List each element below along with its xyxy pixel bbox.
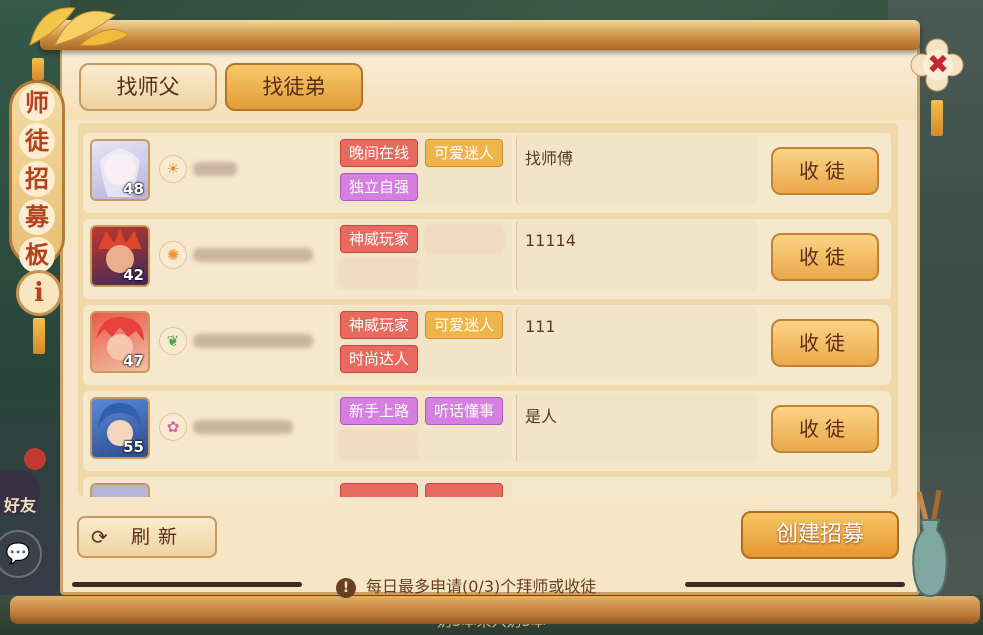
tag-group: 晚间在线 可爱迷人 独立自强 — [334, 135, 512, 205]
title-char: 招 — [19, 161, 55, 197]
tag-group: 新手上路 听话懂事 — [334, 393, 512, 463]
list-item: 55 ✿ 新手上路 听话懂事 是人 收徒 — [83, 391, 891, 471]
tag: 晚间在线 — [340, 139, 418, 167]
tag — [340, 483, 418, 497]
tab-find-apprentice[interactable]: 找徒弟 — [225, 63, 363, 111]
message-text: 是人 — [525, 407, 558, 426]
tag: 可爱迷人 — [425, 311, 503, 339]
title-char: 募 — [19, 199, 55, 235]
tag-group: 神威玩家 — [334, 221, 512, 291]
vase-icon — [912, 490, 948, 598]
divider — [72, 582, 302, 587]
list-item: 48 ☀ 晚间在线 可爱迷人 独立自强 找师傅 收徒 — [83, 133, 891, 213]
avatar[interactable]: 47 — [90, 311, 150, 373]
accept-apprentice-button[interactable]: 收徒 — [771, 233, 879, 281]
tag-placeholder — [425, 225, 503, 253]
apprentice-list[interactable]: 48 ☀ 晚间在线 可爱迷人 独立自强 找师傅 收徒 42 ✺ 神威玩家 111… — [78, 123, 898, 497]
divider — [685, 582, 905, 587]
list-item-partial — [83, 477, 891, 497]
avatar[interactable] — [90, 483, 150, 497]
leaf-icon: ❦ — [159, 327, 187, 355]
tag: 新手上路 — [340, 397, 418, 425]
level-label: 48 — [123, 180, 144, 198]
accept-apprentice-button[interactable]: 收徒 — [771, 319, 879, 367]
tab-find-master[interactable]: 找师父 — [79, 63, 217, 111]
tag-placeholder — [340, 431, 418, 459]
tag-placeholder — [340, 259, 418, 287]
player-name-blurred — [193, 420, 293, 434]
scroll-bottom-roller — [10, 596, 980, 624]
tassel-icon — [33, 318, 45, 354]
avatar[interactable]: 42 — [90, 225, 150, 287]
tag-group — [334, 479, 512, 497]
title-banner: 师 徒 招 募 板 — [9, 80, 65, 273]
warning-icon: ! — [336, 578, 356, 598]
tag: 可爱迷人 — [425, 139, 503, 167]
message-text: 11114 — [525, 231, 576, 250]
info-button[interactable]: i — [16, 270, 62, 316]
scroll-top-roller — [40, 20, 920, 50]
notice-text: 每日最多申请(0/3)个拜师或收徒 — [366, 577, 597, 596]
recruit-message: 是人 — [516, 393, 757, 463]
tassel-icon — [931, 100, 943, 136]
player-name-blurred — [193, 334, 313, 348]
sun-icon: ☀ — [159, 155, 187, 183]
friends-button[interactable]: 好友 — [0, 448, 46, 515]
tassel-icon — [32, 58, 44, 80]
refresh-icon: ⟳ — [91, 525, 108, 549]
daily-limit-notice: ! 每日最多申请(0/3)个拜师或收徒 — [336, 573, 596, 598]
tag: 独立自强 — [340, 173, 418, 201]
accept-apprentice-button[interactable]: 收徒 — [771, 405, 879, 453]
create-recruitment-button[interactable]: 创建招募 — [741, 511, 899, 559]
accept-apprentice-button[interactable]: 收徒 — [771, 147, 879, 195]
recruit-message: 111 — [516, 307, 757, 377]
avatar[interactable]: 48 — [90, 139, 150, 201]
level-label: 47 — [123, 352, 144, 370]
tag: 神威玩家 — [340, 225, 418, 253]
lotus-icon: ✿ — [159, 413, 187, 441]
recruit-message: 11114 — [516, 221, 757, 291]
flame-icon: ✺ — [159, 241, 187, 269]
ginkgo-leaf-icon — [29, 7, 129, 46]
refresh-button[interactable]: ⟳ 刷新 — [77, 516, 217, 558]
tag: 听话懂事 — [425, 397, 503, 425]
list-item: 42 ✺ 神威玩家 11114 收徒 — [83, 219, 891, 299]
close-icon: ✖ — [923, 50, 953, 80]
player-name-blurred — [193, 162, 237, 176]
tag: 神威玩家 — [340, 311, 418, 339]
notification-dot — [24, 448, 46, 470]
title-char: 师 — [19, 85, 55, 121]
title-char: 徒 — [19, 123, 55, 159]
player-name-blurred — [193, 248, 313, 262]
message-text: 找师傅 — [525, 149, 574, 168]
message-text: 111 — [525, 317, 556, 336]
close-button[interactable]: ✖ — [910, 38, 964, 92]
friends-label: 好友 — [4, 496, 37, 515]
tag-group: 神威玩家 可爱迷人 时尚达人 — [334, 307, 512, 377]
tag — [425, 483, 503, 497]
tag: 时尚达人 — [340, 345, 418, 373]
recruit-message: 找师傅 — [516, 135, 757, 205]
level-label: 55 — [123, 438, 144, 456]
title-char: 板 — [19, 237, 55, 273]
level-label: 42 — [123, 266, 144, 284]
list-item: 47 ❦ 神威玩家 可爱迷人 时尚达人 111 收徒 — [83, 305, 891, 385]
refresh-label: 刷新 — [131, 526, 186, 548]
avatar[interactable]: 55 — [90, 397, 150, 459]
